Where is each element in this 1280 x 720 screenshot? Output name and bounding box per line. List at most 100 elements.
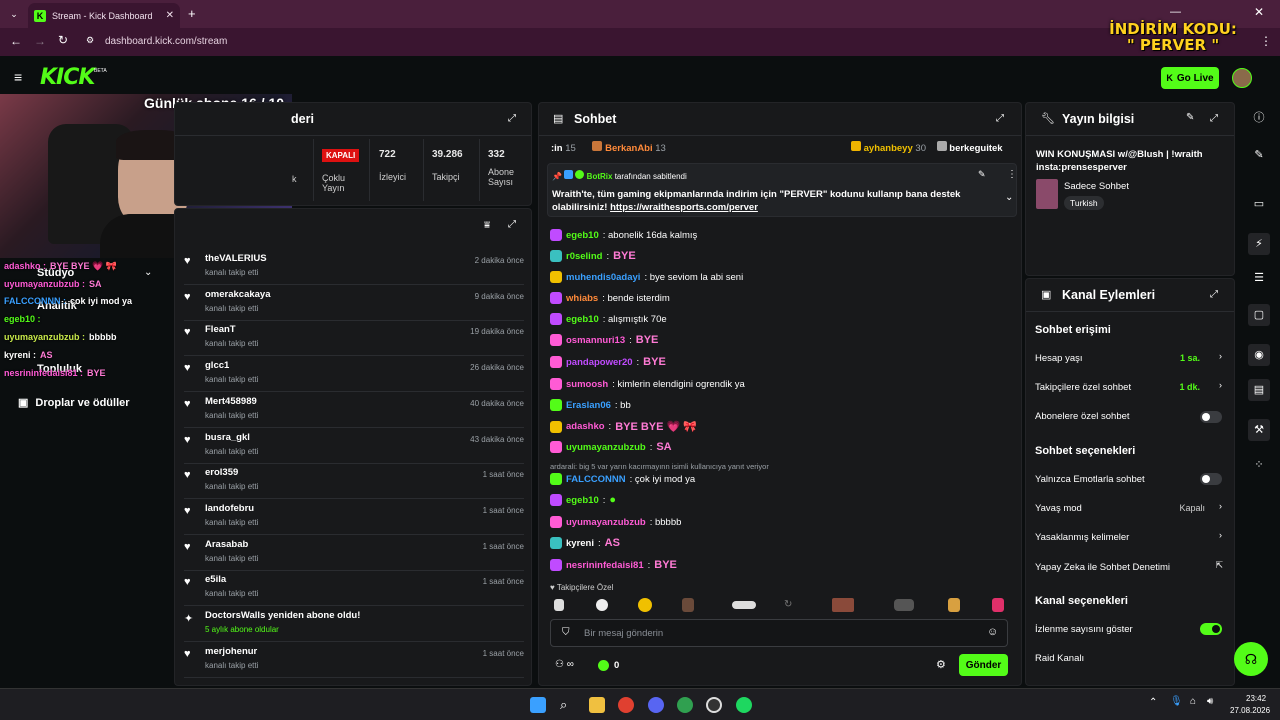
spotify-icon[interactable]: [736, 697, 752, 713]
chat-settings-icon[interactable]: ⚙: [936, 658, 946, 671]
list-icon[interactable]: ☰: [1251, 270, 1267, 286]
chat-username[interactable]: whiabs: [566, 293, 598, 304]
discord-icon[interactable]: [648, 697, 664, 713]
chrome-profile-icon[interactable]: [677, 697, 693, 713]
url-field[interactable]: dashboard.kick.com/stream: [105, 36, 227, 47]
banned-words-row[interactable]: Yasaklanmış kelimeler: [1035, 532, 1129, 543]
account-age-value[interactable]: 1 sa.: [1180, 353, 1200, 363]
pinned-link[interactable]: https://wraithesports.com/perver: [610, 202, 758, 213]
emote-only-toggle[interactable]: [1200, 473, 1222, 485]
chat-username[interactable]: muhendis0adayi: [566, 272, 640, 283]
chevron-right-icon[interactable]: ›: [1219, 351, 1222, 361]
expand-icon[interactable]: ⤢: [996, 113, 1004, 124]
nav-item-drops[interactable]: ▣ Droplar ve ödüller: [18, 396, 130, 409]
chat-username[interactable]: adashko: [566, 421, 605, 432]
file-explorer-icon[interactable]: [589, 697, 605, 713]
video-icon[interactable]: ▭: [1251, 196, 1267, 212]
close-tab-icon[interactable]: ✕: [166, 10, 174, 21]
emote-3-icon[interactable]: [638, 598, 652, 612]
emote-6-icon[interactable]: ↻: [784, 599, 792, 610]
emote-2-icon[interactable]: [596, 599, 608, 611]
followers-chat-row[interactable]: Takipçilere özel sohbet: [1035, 382, 1131, 393]
back-icon[interactable]: ←: [10, 34, 22, 48]
expand-icon[interactable]: ⤢: [508, 113, 516, 124]
chat-username[interactable]: r0selind: [566, 251, 602, 262]
new-tab-icon[interactable]: +: [188, 6, 196, 21]
info-icon[interactable]: ⓘ: [1251, 110, 1267, 126]
chat-username[interactable]: egeb10: [566, 230, 599, 241]
shield-icon[interactable]: ⛉: [562, 627, 570, 638]
menu-dots-icon[interactable]: ⋮: [1260, 34, 1272, 48]
emote-4-icon[interactable]: [682, 598, 694, 612]
clock-time[interactable]: 23:42: [1246, 694, 1266, 703]
forward-icon[interactable]: →: [34, 34, 46, 48]
record-icon[interactable]: ◉: [1248, 344, 1270, 366]
search-icon[interactable]: ⌕: [560, 697, 576, 713]
lightning-icon[interactable]: ⚡︎: [1248, 233, 1270, 255]
close-window-icon[interactable]: ✕: [1254, 5, 1264, 19]
pinned-message[interactable]: 📌 BotRix tarafından sabitlendi Wraith'te…: [547, 163, 1017, 217]
chat-username[interactable]: uyumayanzubzub: [566, 517, 646, 528]
ai-moderation-row[interactable]: Yapay Zeka ile Sohbet Denetimi: [1035, 562, 1170, 573]
subs-chat-toggle[interactable]: [1200, 411, 1222, 423]
mic-icon[interactable]: 🎙︎: [1170, 696, 1183, 707]
chrome-icon[interactable]: [618, 697, 634, 713]
chevron-down-icon[interactable]: ⌄: [1005, 192, 1013, 203]
edit-icon[interactable]: ✎: [1186, 112, 1194, 123]
show-viewers-toggle[interactable]: [1200, 623, 1222, 635]
reload-icon[interactable]: ↻: [58, 33, 68, 47]
followers-chat-value[interactable]: 1 dk.: [1179, 382, 1200, 392]
hamburger-icon[interactable]: ≡: [14, 69, 22, 85]
chat-username[interactable]: nesrininfedaisi81: [566, 560, 644, 571]
account-age-row[interactable]: Hesap yaşı: [1035, 353, 1083, 364]
volume-icon[interactable]: 🔊︎: [1207, 696, 1213, 707]
network-icon[interactable]: ⌂: [1190, 696, 1196, 707]
tab-list-button[interactable]: ⌄: [6, 6, 22, 22]
chevron-right-icon[interactable]: ›: [1219, 501, 1222, 511]
external-link-icon[interactable]: ⇱: [1215, 560, 1223, 571]
slow-mode-row[interactable]: Yavaş mod: [1035, 503, 1082, 514]
chat-username[interactable]: uyumayanzubzub: [566, 442, 646, 453]
emote-8-icon[interactable]: [894, 599, 914, 611]
tray-chevron-icon[interactable]: ⌃: [1149, 697, 1157, 708]
pen-icon[interactable]: ✎: [1251, 147, 1267, 163]
send-button[interactable]: Gönder: [959, 654, 1008, 676]
category-name[interactable]: Sadece Sohbet: [1064, 181, 1129, 192]
calendar-icon[interactable]: ▤: [1248, 379, 1270, 401]
avatar[interactable]: [1232, 68, 1252, 88]
expand-icon[interactable]: ⤢: [1210, 289, 1218, 300]
more-icon[interactable]: ⋮: [1007, 169, 1017, 180]
emote-9-icon[interactable]: [948, 598, 960, 612]
message-input[interactable]: ⛉ Bir mesaj gönderin ☺: [550, 619, 1008, 647]
chat-bubble-icon[interactable]: ▢: [1248, 304, 1270, 326]
chevron-right-icon[interactable]: ›: [1219, 530, 1222, 540]
start-icon[interactable]: [530, 697, 546, 713]
chat-username[interactable]: sumoosh: [566, 379, 608, 390]
chat-username[interactable]: osmannuri13: [566, 335, 625, 346]
slow-mode-value[interactable]: Kapalı: [1179, 503, 1205, 513]
site-info-icon[interactable]: ⚙: [86, 35, 94, 46]
chat-username[interactable]: pandapower20: [566, 357, 633, 368]
clock-date[interactable]: 27.08.2026: [1230, 706, 1270, 715]
emote-5-icon[interactable]: [732, 601, 756, 609]
expand-icon[interactable]: ⤢: [508, 219, 516, 230]
apps-icon[interactable]: ⁘: [1251, 457, 1267, 473]
minimize-icon[interactable]: —: [1170, 6, 1181, 18]
browser-tab[interactable]: K Stream - Kick Dashboard ✕: [28, 3, 180, 28]
obs-icon[interactable]: [706, 697, 722, 713]
expand-icon[interactable]: ⤢: [1210, 113, 1218, 124]
chat-username[interactable]: FALCCONNN: [566, 474, 626, 485]
go-live-button[interactable]: K Go Live: [1161, 67, 1219, 89]
tag-pill[interactable]: Turkish: [1064, 196, 1104, 210]
emote-1-icon[interactable]: [554, 599, 564, 611]
chat-username[interactable]: Eraslan06: [566, 400, 611, 411]
tools-icon[interactable]: ⚒: [1248, 419, 1270, 441]
chat-username[interactable]: kyreni: [566, 538, 594, 549]
raid-channel-row[interactable]: Raid Kanalı: [1035, 653, 1084, 664]
chat-username[interactable]: egeb10: [566, 495, 599, 506]
unpin-icon[interactable]: ✎: [978, 169, 986, 180]
users-icon[interactable]: ⚇ ∞: [555, 659, 574, 670]
chat-username[interactable]: egeb10: [566, 314, 599, 325]
emote-7-icon[interactable]: [832, 598, 854, 612]
support-button[interactable]: ☊: [1234, 642, 1268, 676]
